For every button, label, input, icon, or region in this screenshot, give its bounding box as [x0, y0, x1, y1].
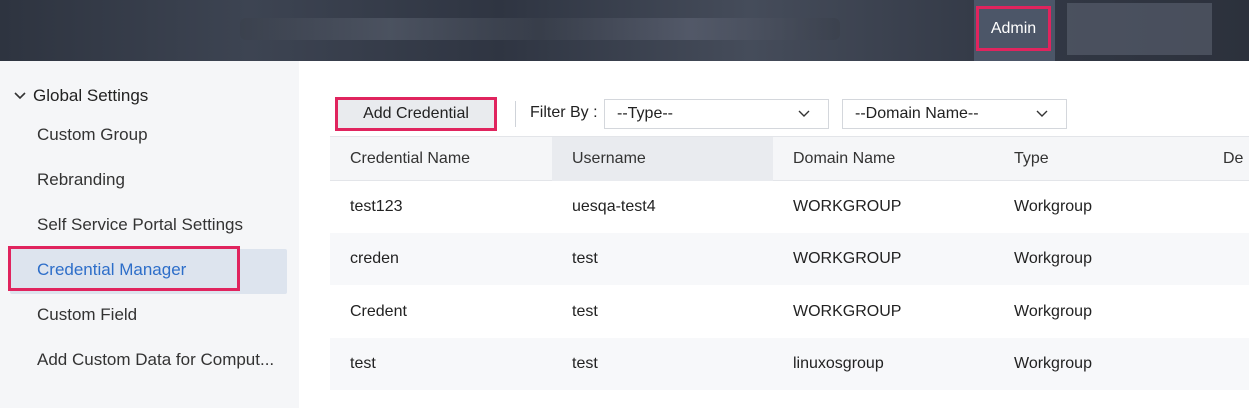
domain-name-cell: linuxosgroup: [793, 355, 884, 372]
settings-sidebar: Global Settings Custom Group Rebranding …: [0, 61, 299, 408]
username-cell: test: [572, 355, 598, 372]
table-row[interactable]: Credent test WORKGROUP Workgroup: [330, 286, 1249, 338]
column-header-description[interactable]: De: [1203, 137, 1249, 181]
credential-name-cell: creden: [350, 250, 399, 267]
type-select[interactable]: --Type--: [604, 99, 829, 129]
chevron-down-icon: [1036, 110, 1048, 117]
domain-name-select[interactable]: --Domain Name--: [842, 99, 1067, 129]
credential-name-cell: test: [350, 355, 376, 372]
sidebar-item-custom-group[interactable]: Custom Group: [37, 125, 148, 145]
section-title: Global Settings: [33, 86, 149, 105]
domain-select-value: --Domain Name--: [855, 105, 979, 122]
blurred-nav-items: [240, 18, 840, 40]
global-settings-section[interactable]: Global Settings: [13, 86, 148, 106]
table-row[interactable]: test123 uesqa-test4 WORKGROUP Workgroup: [330, 181, 1249, 233]
username-cell: test: [572, 250, 598, 267]
column-header-domain-name[interactable]: Domain Name: [773, 137, 994, 181]
column-header-username[interactable]: Username: [552, 137, 773, 181]
chevron-down-icon: [798, 110, 810, 117]
domain-name-cell: WORKGROUP: [793, 198, 902, 215]
add-credential-button[interactable]: Add Credential: [335, 97, 497, 131]
admin-tab[interactable]: Admin: [976, 6, 1051, 51]
type-cell: Workgroup: [1014, 198, 1092, 215]
credential-name-cell: test123: [350, 198, 403, 215]
column-header-credential-name[interactable]: Credential Name: [330, 137, 552, 181]
domain-name-cell: WORKGROUP: [793, 250, 902, 267]
chevron-down-icon: [14, 92, 26, 100]
filter-label: Filter By :: [530, 104, 598, 121]
type-cell: Workgroup: [1014, 250, 1092, 267]
sidebar-item-rebranding[interactable]: Rebranding: [37, 170, 125, 190]
blurred-header-controls: [1067, 3, 1212, 55]
type-select-value: --Type--: [617, 105, 673, 122]
table-header: Credential Name Username Domain Name Typ…: [330, 136, 1249, 181]
table-row[interactable]: creden test WORKGROUP Workgroup: [330, 233, 1249, 285]
sidebar-item-add-custom-data[interactable]: Add Custom Data for Comput...: [37, 350, 274, 370]
username-cell: test: [572, 303, 598, 320]
top-navigation-bar: Admin: [0, 0, 1249, 61]
credential-name-cell: Credent: [350, 303, 407, 320]
table-row[interactable]: test test linuxosgroup Workgroup: [330, 338, 1249, 390]
credential-table: Credential Name Username Domain Name Typ…: [330, 136, 1249, 408]
sidebar-item-custom-field[interactable]: Custom Field: [37, 305, 137, 325]
type-cell: Workgroup: [1014, 303, 1092, 320]
domain-name-cell: WORKGROUP: [793, 303, 902, 320]
username-cell: uesqa-test4: [572, 198, 656, 215]
type-cell: Workgroup: [1014, 355, 1092, 372]
column-header-type[interactable]: Type: [994, 137, 1215, 181]
toolbar-divider: [515, 101, 516, 127]
highlight-box: [8, 246, 240, 291]
sidebar-item-self-service-portal[interactable]: Self Service Portal Settings: [37, 215, 243, 235]
